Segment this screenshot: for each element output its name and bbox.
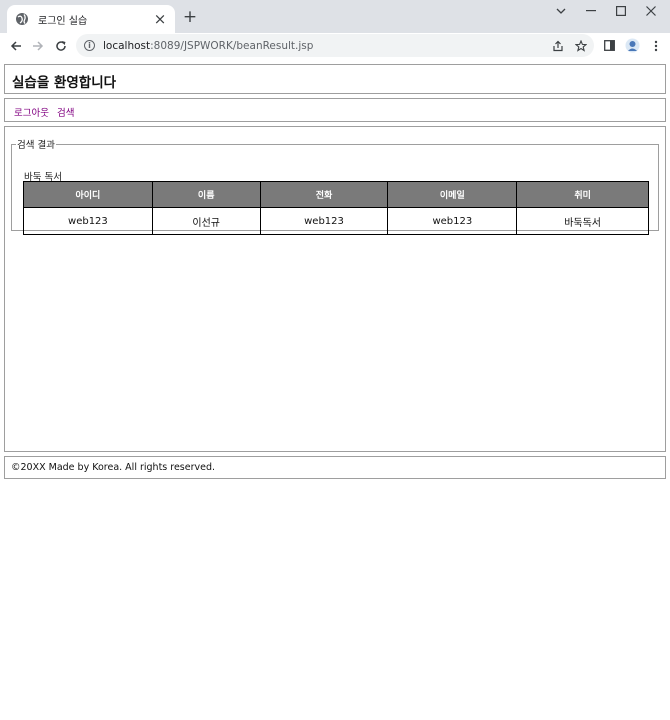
cell-hobby: 바둑독서 — [516, 207, 649, 235]
share-icon[interactable] — [552, 34, 564, 57]
nav-links: 로그아웃 검색 — [14, 105, 74, 119]
url-text: localhost:8089/JSPWORK/beanResult.jsp — [103, 39, 314, 52]
search-result-fieldset: 검색 결과 바둑 독서 아이디 이름 전화 이메일 취미 web123 이선규 … — [11, 137, 659, 235]
page-footer: ©20XX Made by Korea. All rights reserved… — [4, 456, 666, 479]
star-icon[interactable] — [575, 34, 587, 57]
search-link[interactable]: 검색 — [57, 105, 74, 119]
address-bar[interactable]: i localhost:8089/JSPWORK/beanResult.jsp — [76, 34, 594, 57]
maximize-icon[interactable] — [606, 0, 636, 22]
new-tab-button[interactable]: + — [181, 8, 199, 26]
minimize-icon[interactable] — [576, 0, 606, 22]
cell-phone: web123 — [259, 207, 389, 235]
search-result-legend: 검색 결과 — [17, 140, 55, 151]
browser-titlebar: 로그인 실습 × + — [0, 0, 670, 33]
back-icon[interactable] — [6, 33, 26, 58]
menu-icon[interactable] — [646, 33, 666, 58]
column-header-email: 이메일 — [387, 181, 518, 208]
browser-toolbar: i localhost:8089/JSPWORK/beanResult.jsp — [0, 33, 670, 58]
reload-icon[interactable] — [51, 33, 71, 58]
table-header-row: 아이디 이름 전화 이메일 취미 — [23, 181, 649, 208]
window-close-icon[interactable] — [636, 0, 666, 22]
close-icon[interactable]: × — [153, 12, 167, 27]
nav-bar: 로그아웃 검색 — [4, 98, 666, 122]
column-header-id: 아이디 — [23, 181, 153, 208]
page-title: 실습을 환영합니다 — [12, 75, 117, 91]
cell-name: 이선규 — [151, 207, 261, 235]
forward-icon[interactable] — [28, 33, 48, 58]
page-header: 실습을 환영합니다 — [4, 64, 666, 94]
cell-email: web123 — [387, 207, 518, 235]
content-section: 검색 결과 바둑 독서 아이디 이름 전화 이메일 취미 web123 이선규 … — [4, 126, 666, 452]
column-header-hobby: 취미 — [516, 181, 649, 208]
profile-avatar-icon[interactable] — [622, 33, 642, 58]
browser-tab[interactable]: 로그인 실습 × — [7, 5, 175, 33]
side-panel-icon[interactable] — [599, 33, 619, 58]
column-header-name: 이름 — [151, 181, 261, 208]
table-row: web123 이선규 web123 web123 바둑독서 — [23, 207, 649, 235]
result-table: 아이디 이름 전화 이메일 취미 web123 이선규 web123 web12… — [23, 181, 649, 235]
tab-title: 로그인 실습 — [38, 15, 88, 27]
column-header-phone: 전화 — [259, 181, 389, 208]
chevron-down-icon[interactable] — [546, 0, 576, 22]
copyright-text: ©20XX Made by Korea. All rights reserved… — [11, 462, 216, 473]
info-icon[interactable]: i — [84, 40, 95, 51]
logout-link[interactable]: 로그아웃 — [14, 105, 49, 119]
page-viewport: 실습을 환영합니다 로그아웃 검색 검색 결과 바둑 독서 아이디 이름 전화 … — [0, 58, 670, 720]
globe-icon — [15, 12, 29, 26]
cell-id: web123 — [23, 207, 153, 235]
